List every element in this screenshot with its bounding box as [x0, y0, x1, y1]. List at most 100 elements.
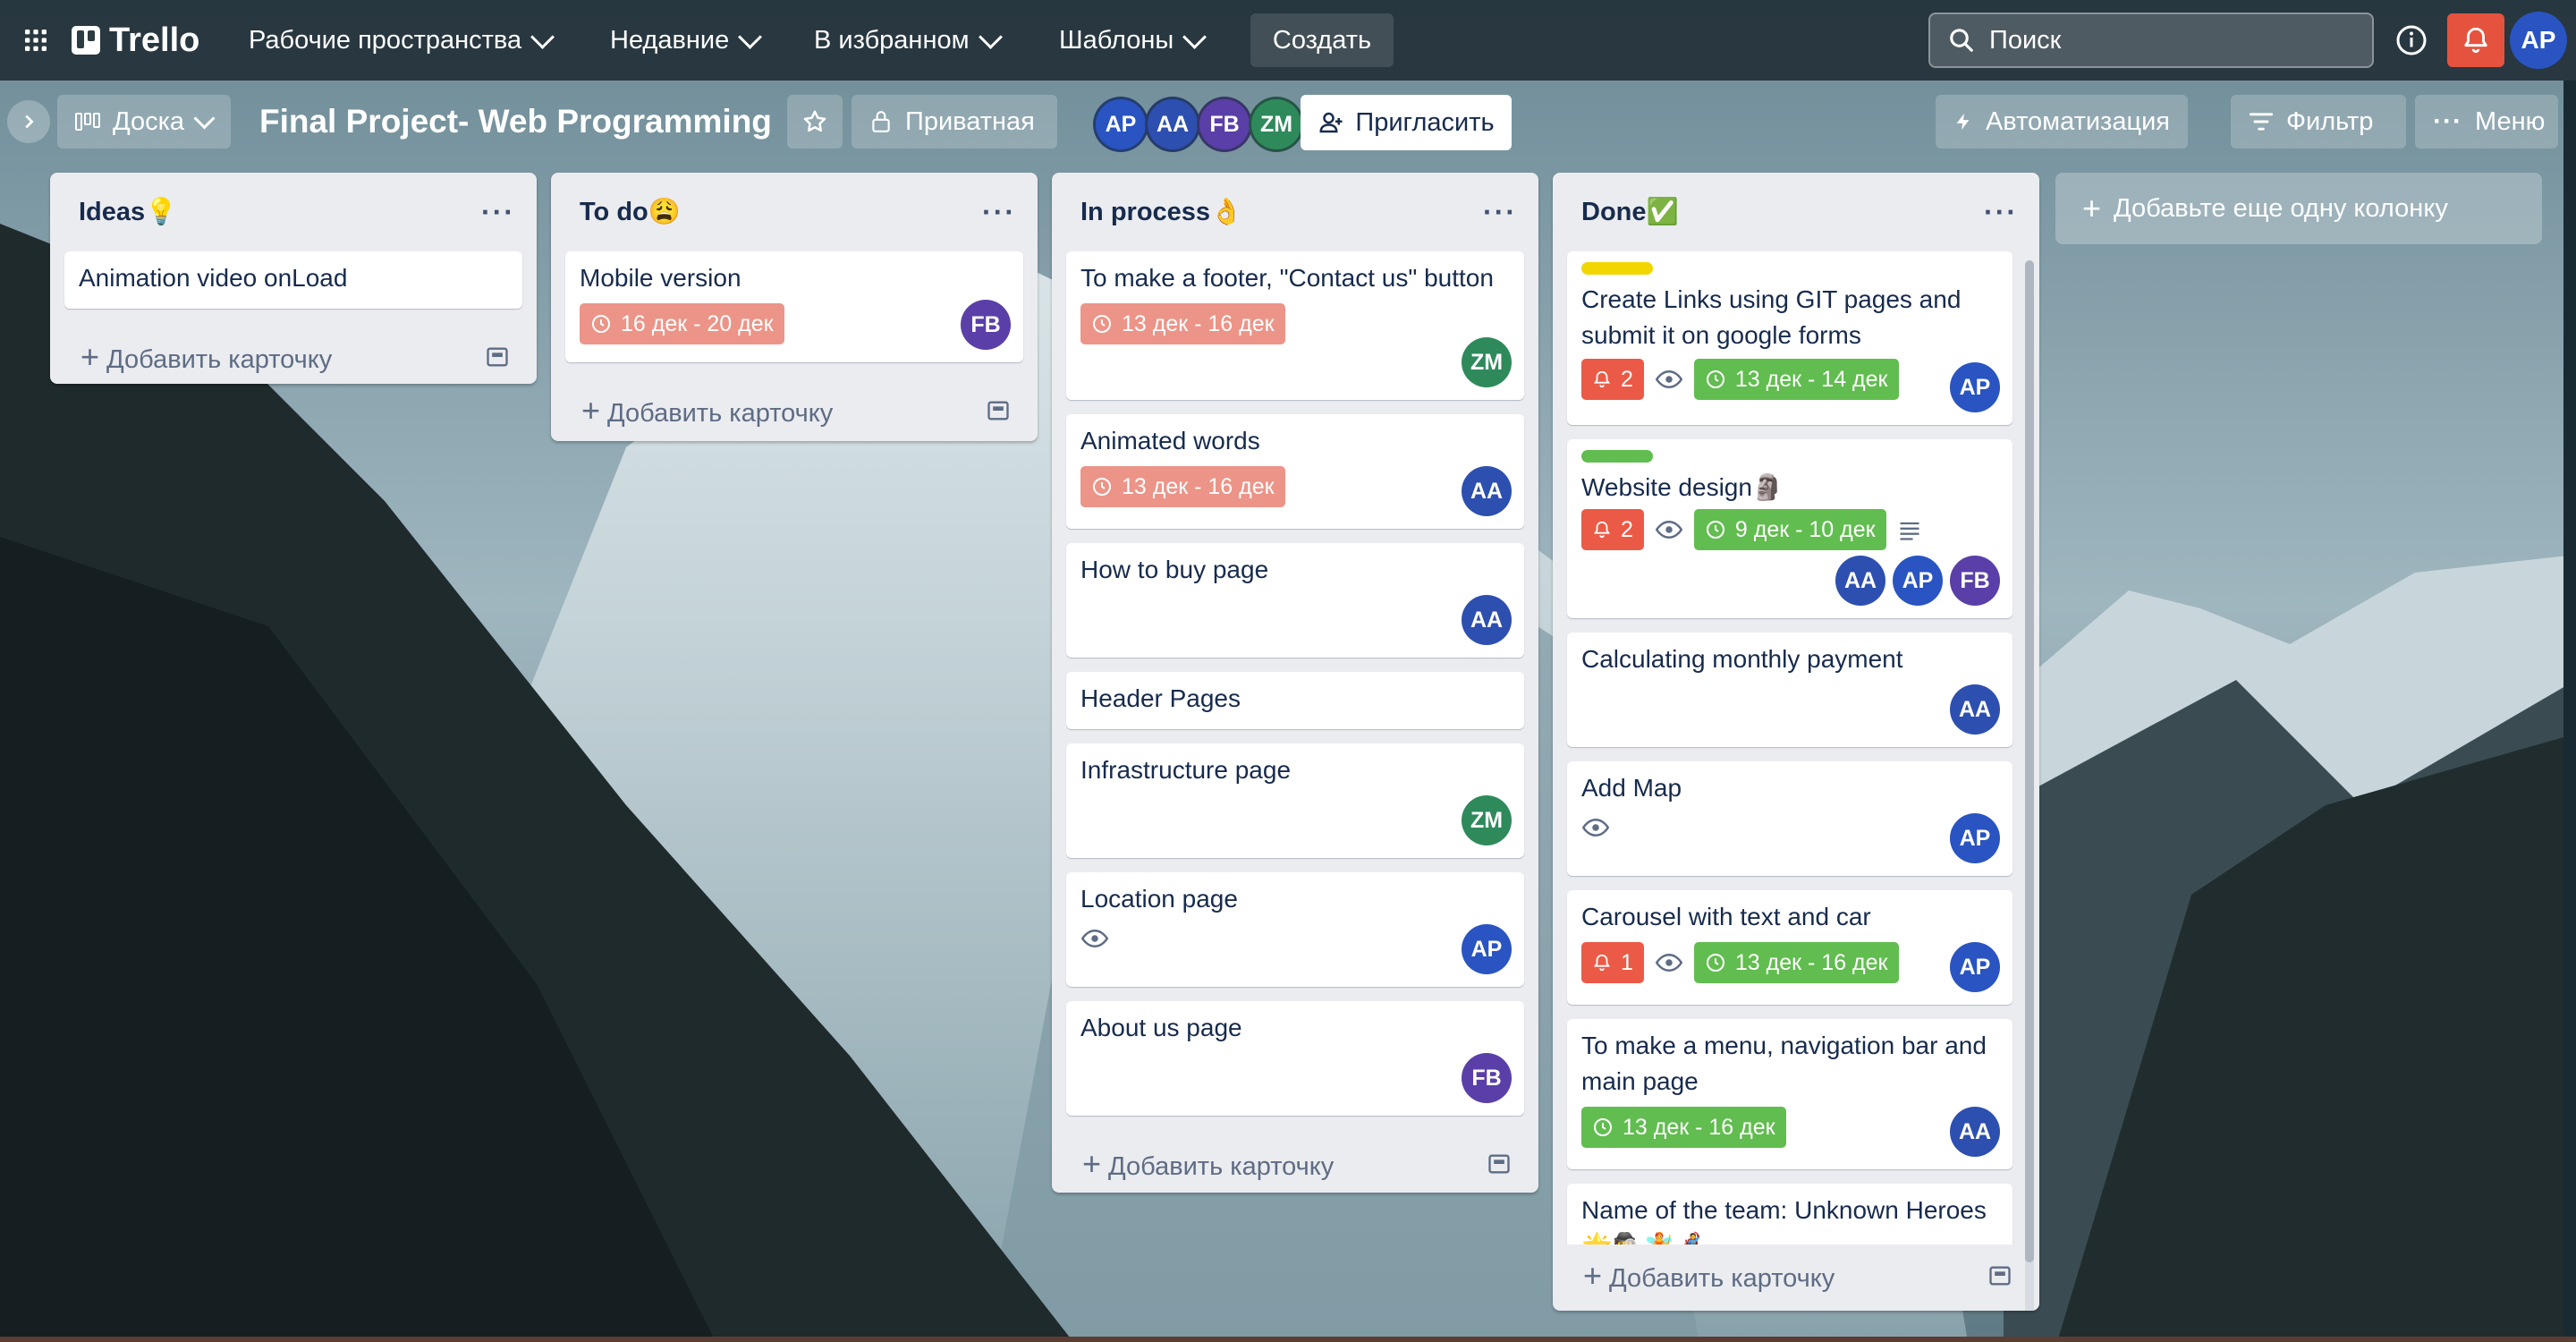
card[interactable]: Carousel with text and car 1 13 дек - 16… — [1567, 890, 2012, 1005]
board-title[interactable]: Final Project- Web Programming — [259, 95, 772, 149]
app-switcher-icon[interactable] — [18, 0, 54, 81]
card-title: Carousel with text and car — [1581, 903, 1871, 930]
card[interactable]: About us page FB — [1066, 1001, 1524, 1116]
card[interactable]: Add Map AP — [1567, 761, 2012, 876]
card[interactable]: Animated words 13 дек - 16 дек AA — [1066, 414, 1524, 529]
notifications-button[interactable] — [2447, 13, 2504, 67]
due-date-badge[interactable]: 13 дек - 16 дек — [1080, 303, 1285, 344]
card-template-icon[interactable] — [485, 345, 510, 369]
notification-badge[interactable]: 1 — [1581, 942, 1644, 983]
list-title[interactable]: To do😩 — [580, 197, 681, 227]
list-title[interactable]: In process👌 — [1080, 197, 1242, 227]
card[interactable]: Name of the team: Unknown Heroes 🌟🕵️🧚🦸 — [1567, 1184, 2012, 1244]
card-member-avatar[interactable]: FB — [961, 300, 1011, 350]
card[interactable]: Infrastructure page ZM — [1066, 743, 1524, 858]
card-member-avatar[interactable]: AA — [1950, 684, 2000, 735]
templates-menu[interactable]: Шаблоны — [1050, 0, 1212, 81]
board-view-switcher[interactable]: Доска — [57, 95, 231, 149]
due-date-text: 9 дек - 10 дек — [1734, 516, 1876, 542]
card-member-avatar[interactable]: AA — [1462, 466, 1512, 516]
add-card-button[interactable]: + Добавить карточку — [50, 323, 537, 391]
info-icon[interactable] — [2394, 22, 2429, 58]
clock-icon — [1594, 1118, 1612, 1136]
member-avatar[interactable]: ZM — [1249, 97, 1304, 152]
card-member-avatar[interactable]: AP — [1462, 924, 1512, 974]
list-actions-icon[interactable]: ··· — [481, 196, 515, 229]
list-title[interactable]: Ideas💡 — [79, 197, 177, 227]
notification-badge[interactable]: 2 — [1581, 359, 1644, 400]
filter-button[interactable]: Фильтр — [2231, 95, 2406, 149]
list-scrollbar[interactable] — [2025, 260, 2034, 1311]
board-members: AP AA FB ZM — [1093, 97, 1304, 152]
card-member-avatar[interactable]: AP — [1893, 556, 1943, 606]
chevron-down-icon — [530, 24, 555, 49]
due-date-badge[interactable]: 13 дек - 16 дек — [1581, 1107, 1786, 1148]
card-member-avatar[interactable]: AP — [1950, 813, 2000, 863]
due-date-badge[interactable]: 13 дек - 14 дек — [1693, 359, 1899, 400]
clock-icon — [592, 315, 610, 333]
card-template-icon[interactable] — [1987, 1264, 2012, 1287]
user-avatar[interactable]: AP — [2510, 12, 2567, 69]
card[interactable]: Website design🗿 2 9 дек - 10 дек AA AP F… — [1567, 439, 2012, 618]
starred-menu[interactable]: В избранном — [805, 0, 1008, 81]
member-avatar[interactable]: FB — [1197, 97, 1252, 152]
top-navigation-bar: Trello Рабочие пространства Недавние В и… — [0, 0, 2576, 81]
create-button[interactable]: Создать — [1250, 13, 1394, 67]
card-member-avatar[interactable]: FB — [1950, 556, 2000, 606]
notification-badge[interactable]: 2 — [1581, 509, 1644, 550]
card-member-avatar[interactable]: ZM — [1462, 795, 1512, 845]
card-template-icon[interactable] — [986, 399, 1011, 422]
card[interactable]: To make a footer, "Contact us" button 13… — [1066, 251, 1524, 400]
star-board-button[interactable] — [787, 95, 843, 149]
search-field[interactable] — [1928, 13, 2374, 68]
automation-button[interactable]: Автоматизация — [1936, 95, 2188, 149]
board-view-icon — [75, 113, 100, 131]
card-member-avatar[interactable]: ZM — [1462, 337, 1512, 387]
list-actions-icon[interactable]: ··· — [1984, 196, 2018, 229]
list-header: Ideas💡 ··· — [50, 173, 537, 251]
plus-icon: + — [581, 392, 601, 429]
plus-icon: + — [1082, 1145, 1102, 1182]
visibility-label: Приватная — [905, 106, 1035, 136]
green-label[interactable] — [1581, 450, 1653, 463]
card-member-avatar[interactable]: AA — [1462, 595, 1512, 645]
add-card-button[interactable]: + Добавить карточку — [551, 377, 1038, 445]
invite-button[interactable]: Пригласить — [1301, 95, 1512, 150]
card[interactable]: Mobile version 16 дек - 20 дек FB — [565, 251, 1023, 362]
yellow-label[interactable] — [1581, 262, 1653, 275]
card[interactable]: Header Pages — [1066, 672, 1524, 729]
due-date-badge[interactable]: 16 дек - 20 дек — [580, 303, 784, 344]
member-avatar[interactable]: AA — [1145, 97, 1200, 152]
card[interactable]: Animation video onLoad — [64, 251, 522, 309]
recent-menu[interactable]: Недавние — [601, 0, 767, 81]
list-header: In process👌 ··· — [1052, 173, 1538, 251]
member-avatar[interactable]: AP — [1093, 97, 1148, 152]
workspaces-menu[interactable]: Рабочие пространства — [240, 0, 560, 81]
add-card-button[interactable]: + Добавить карточку — [1553, 1244, 2039, 1307]
list-actions-icon[interactable]: ··· — [982, 196, 1016, 229]
due-date-badge[interactable]: 13 дек - 16 дек — [1080, 466, 1285, 507]
search-input[interactable] — [1987, 24, 2331, 56]
due-date-badge[interactable]: 9 дек - 10 дек — [1693, 509, 1886, 550]
add-list-button[interactable]: + Добавьте еще одну колонку — [2055, 173, 2542, 244]
card[interactable]: Location page AP — [1066, 872, 1524, 987]
list-actions-icon[interactable]: ··· — [1483, 196, 1517, 229]
card-member-avatar[interactable]: AP — [1950, 942, 2000, 992]
board-menu-button[interactable]: ··· Меню — [2415, 95, 2558, 149]
card[interactable]: Create Links using GIT pages and submit … — [1567, 251, 2012, 425]
card-member-avatar[interactable]: FB — [1462, 1053, 1512, 1103]
card-member-avatar[interactable]: AA — [1835, 556, 1885, 606]
list-title[interactable]: Done✅ — [1581, 197, 1679, 227]
due-date-badge[interactable]: 13 дек - 16 дек — [1693, 942, 1899, 983]
visibility-button[interactable]: Приватная — [852, 95, 1057, 149]
card-member-avatar[interactable]: AA — [1950, 1107, 2000, 1157]
trello-logo[interactable]: Trello — [72, 0, 199, 81]
card[interactable]: Calculating monthly payment AA — [1567, 633, 2012, 747]
clock-icon — [1706, 954, 1724, 972]
card[interactable]: How to buy page AA — [1066, 543, 1524, 658]
add-card-button[interactable]: + Добавить карточку — [1052, 1130, 1538, 1198]
expand-sidebar-button[interactable] — [7, 100, 50, 143]
card-member-avatar[interactable]: AP — [1950, 362, 2000, 412]
card[interactable]: To make a menu, navigation bar and main … — [1567, 1019, 2012, 1169]
card-template-icon[interactable] — [1487, 1152, 1512, 1176]
